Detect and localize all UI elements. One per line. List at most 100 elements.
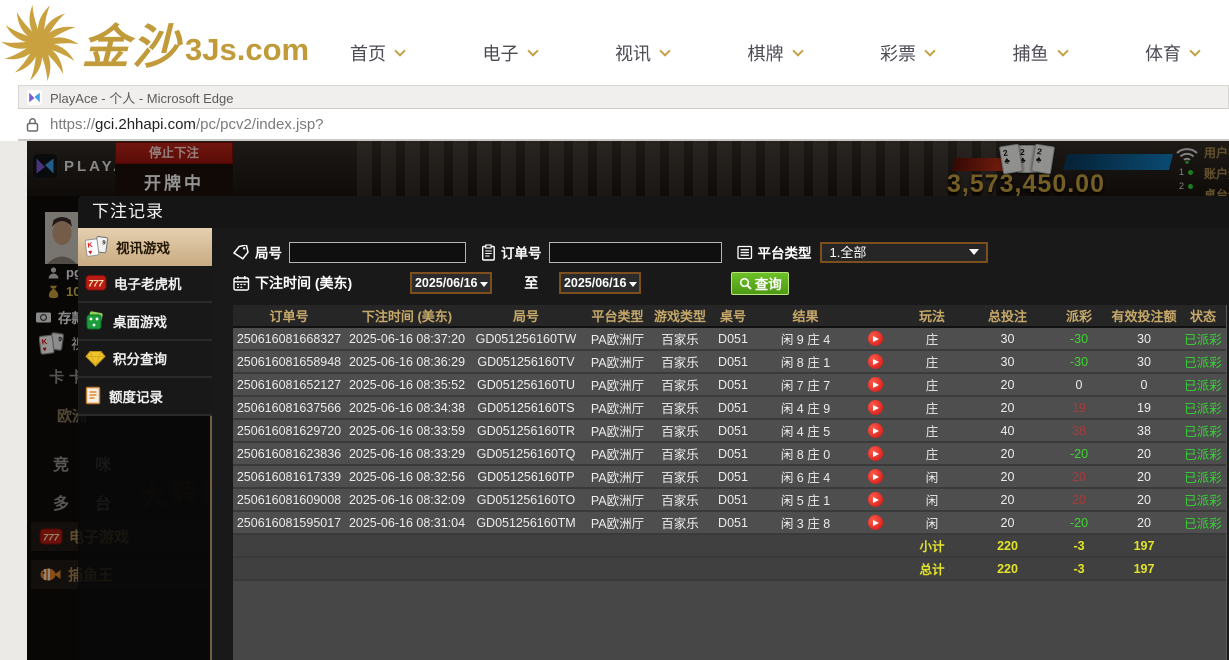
replay-play-button[interactable] <box>868 377 883 392</box>
summary-spacer <box>233 557 898 580</box>
sidebar-tab-slot-machine[interactable]: 777电子老虎机 <box>78 266 212 304</box>
cell-table-number: D051 <box>708 327 758 350</box>
table-row: 2506160816683272025-06-16 08:37:20GD0512… <box>233 327 1227 350</box>
cell-table-number: D051 <box>708 442 758 465</box>
nav-item-live[interactable]: 视讯 <box>615 40 669 66</box>
chevron-down-icon <box>480 282 488 287</box>
replay-play-button[interactable] <box>868 423 883 438</box>
cell-payout: -20 <box>1049 442 1109 465</box>
platform-type-select[interactable]: 1.全部 <box>820 242 988 263</box>
nav-item-slots[interactable]: 电子 <box>483 40 537 66</box>
sidebar-tab-label: 额度记录 <box>109 386 163 406</box>
diamond-icon <box>85 350 106 367</box>
cell-replay <box>853 442 898 465</box>
table-row: 2506160816238362025-06-16 08:33:29GD0512… <box>233 442 1227 465</box>
summary-total-bet: 220 <box>966 557 1049 580</box>
sidebar-tab-quota-records[interactable]: 额度记录 <box>78 378 212 416</box>
order-number-label: 订单号 <box>501 242 542 262</box>
bet-records-table-wrap: 订单号下注时间 (美东)局号平台类型游戏类型桌号结果玩法总投注派彩有效投注额状态… <box>233 305 1227 660</box>
cell-table-number: D051 <box>708 511 758 534</box>
sidebar-tab-points-query[interactable]: 积分查询 <box>78 341 212 379</box>
modal-title: 下注记录 <box>78 196 1229 228</box>
cell-bet-time: 2025-06-16 08:37:20 <box>345 327 469 350</box>
chevron-down-icon <box>1057 45 1068 56</box>
cell-round-number: GD051256160TW <box>469 327 583 350</box>
nav-item-home[interactable]: 首页 <box>350 40 404 66</box>
browser-viewport: PLAYACE 停止下注 开牌中 2♣2♣2♣ 3,573,450.00 用户名… <box>0 141 1229 660</box>
subtotal-row: 小计220-3197 <box>233 534 1227 557</box>
sidebar-tab-table-games[interactable]: 桌面游戏 <box>78 303 212 341</box>
dice-icon <box>85 311 106 330</box>
round-number-input[interactable] <box>289 242 466 263</box>
replay-play-button[interactable] <box>868 446 883 461</box>
cell-bet-side: 庄 <box>898 419 966 442</box>
nav-item-label: 电子 <box>483 40 519 66</box>
order-number-input[interactable] <box>549 242 722 263</box>
replay-play-button[interactable] <box>868 515 883 530</box>
cell-order-number: 250616081609008 <box>233 488 345 511</box>
column-header <box>853 305 898 327</box>
cell-payout: 20 <box>1049 465 1109 488</box>
column-header: 桌号 <box>708 305 758 327</box>
cell-valid-bet: 20 <box>1109 465 1179 488</box>
cell-replay <box>853 396 898 419</box>
column-header: 结果 <box>758 305 853 327</box>
column-header: 游戏类型 <box>652 305 708 327</box>
modal-sidebar-lower <box>78 416 212 660</box>
nav-item-board-games[interactable]: 棋牌 <box>748 40 802 66</box>
search-icon <box>739 277 752 290</box>
cell-total-bet: 20 <box>966 442 1049 465</box>
cell-replay <box>853 350 898 373</box>
replay-play-button[interactable] <box>868 400 883 415</box>
table-row: 2506160816173392025-06-16 08:32:56GD0512… <box>233 465 1227 488</box>
replay-play-button[interactable] <box>868 354 883 369</box>
sidebar-tab-live-games[interactable]: 9K♥视讯游戏 <box>78 228 212 266</box>
chevron-down-icon <box>969 249 979 255</box>
query-button[interactable]: 查询 <box>731 272 789 295</box>
replay-play-button[interactable] <box>868 331 883 346</box>
cell-game-type: 百家乐 <box>652 350 708 373</box>
cell-status: 已派彩 <box>1179 511 1227 534</box>
nav-item-fishing[interactable]: 捕鱼 <box>1013 40 1067 66</box>
summary-label: 小计 <box>898 534 966 557</box>
cell-status: 已派彩 <box>1179 488 1227 511</box>
screen: 金沙 3Js.com 首页电子视讯棋牌彩票捕鱼体育 PlayAce - 个人 -… <box>0 0 1229 660</box>
nav-item-lottery[interactable]: 彩票 <box>880 40 934 66</box>
cell-valid-bet: 20 <box>1109 511 1179 534</box>
cell-game-type: 百家乐 <box>652 488 708 511</box>
nav-item-label: 体育 <box>1145 40 1181 66</box>
tag-icon <box>233 245 250 260</box>
bet-records-modal: 下注记录 9K♥视讯游戏777电子老虎机桌面游戏积分查询额度记录 局号 订单号 … <box>78 196 1229 660</box>
nav-item-label: 棋牌 <box>748 40 784 66</box>
replay-play-button[interactable] <box>868 492 883 507</box>
cell-replay <box>853 511 898 534</box>
cell-game-type: 百家乐 <box>652 442 708 465</box>
cell-total-bet: 40 <box>966 419 1049 442</box>
cell-status: 已派彩 <box>1179 419 1227 442</box>
site-header: 金沙 3Js.com 首页电子视讯棋牌彩票捕鱼体育 <box>0 0 1229 85</box>
cell-order-number: 250616081637566 <box>233 396 345 419</box>
cell-total-bet: 20 <box>966 511 1049 534</box>
bet-records-table: 订单号下注时间 (美东)局号平台类型游戏类型桌号结果玩法总投注派彩有效投注额状态… <box>233 305 1227 581</box>
replay-play-button[interactable] <box>868 469 883 484</box>
cell-result: 闲 9 庄 4 <box>758 327 853 350</box>
cell-round-number: GD051256160TQ <box>469 442 583 465</box>
chevron-down-icon <box>629 282 637 287</box>
modal-content: 局号 订单号 平台类型 1.全部 下注时间 (美东) 2025/06/16 <box>212 228 1229 660</box>
cell-valid-bet: 30 <box>1109 350 1179 373</box>
column-header: 总投注 <box>966 305 1049 327</box>
window-title: PlayAce - 个人 - Microsoft Edge <box>50 88 234 107</box>
url-text[interactable]: https://gci.2hhapi.com/pc/pcv2/index.jsp… <box>50 116 324 133</box>
cell-game-type: 百家乐 <box>652 373 708 396</box>
cell-order-number: 250616081623836 <box>233 442 345 465</box>
browser-urlbar[interactable]: https://gci.2hhapi.com/pc/pcv2/index.jsp… <box>18 109 1229 141</box>
sidebar-tab-label: 积分查询 <box>113 348 167 368</box>
date-from-select[interactable]: 2025/06/16 <box>410 272 492 294</box>
cell-replay <box>853 327 898 350</box>
table-row: 2506160816297202025-06-16 08:33:59GD0512… <box>233 419 1227 442</box>
cell-total-bet: 20 <box>966 373 1049 396</box>
cell-result: 闲 6 庄 4 <box>758 465 853 488</box>
column-header: 平台类型 <box>583 305 652 327</box>
date-to-select[interactable]: 2025/06/16 <box>559 272 641 294</box>
nav-item-sports[interactable]: 体育 <box>1145 40 1199 66</box>
